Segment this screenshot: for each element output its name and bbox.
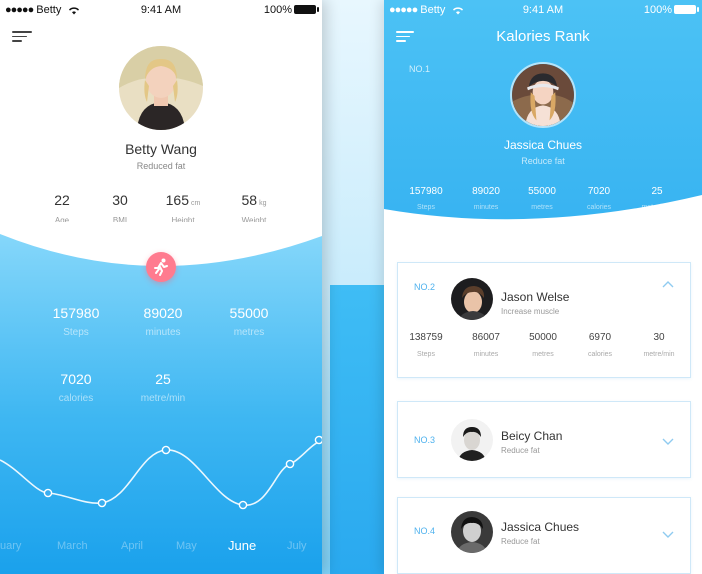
rank-card-3[interactable]: NO.3 Beicy Chan Reduce fat: [397, 401, 691, 478]
curve-point: [314, 435, 322, 445]
entry-name: Beicy Chan: [501, 429, 563, 443]
avatar: [510, 62, 576, 128]
top-stat-metres: 55000 metres: [528, 186, 556, 211]
battery-icon: [674, 5, 699, 14]
curve-point: [161, 445, 171, 455]
month-january[interactable]: uary: [0, 540, 21, 552]
status-bar: ●●●●● Betty 9:41 AM 100%: [0, 0, 322, 20]
chevron-down-icon[interactable]: [662, 438, 674, 446]
chevron-up-icon[interactable]: [662, 280, 674, 288]
rank-screen: ●●●●● Betty 9:41 AM 100% Kalories Rank N…: [384, 0, 702, 574]
metric-bmi: 30 BMI: [112, 192, 128, 225]
entry-stat-speed: 30 metre/min: [643, 332, 675, 358]
entry-goal: Increase muscle: [501, 307, 560, 316]
running-button[interactable]: [146, 252, 176, 282]
rank-card-4[interactable]: NO.4 Jassica Chues Reduce fat: [397, 497, 691, 574]
rank-number: NO.1: [409, 64, 431, 74]
stat-steps: 157980 Steps: [52, 305, 100, 338]
rank-card-2[interactable]: NO.2 Jason Welse Increase muscle 138759 S…: [397, 262, 691, 378]
battery-percent: 100%: [263, 4, 292, 16]
page-title: Kalories Rank: [496, 28, 590, 45]
background-band: [330, 285, 390, 574]
entry-name: Jason Welse: [501, 290, 570, 304]
entry-stat-calories: 6970 calories: [587, 332, 613, 358]
avatar: [451, 419, 493, 461]
month-july[interactable]: July: [287, 540, 307, 552]
activity-curve: [0, 435, 322, 510]
entry-goal: Reduce fat: [501, 537, 540, 546]
avatar: [451, 511, 493, 553]
stat-metres: 55000 metres: [229, 305, 269, 338]
battery-percent: 100%: [643, 4, 672, 16]
user-goal: Reduced fat: [136, 161, 186, 171]
stat-speed: 25 metre/min: [140, 371, 186, 404]
stat-minutes: 89020 minutes: [143, 305, 183, 338]
top-stat-minutes: 89020 minutes: [472, 186, 500, 211]
top-stat-speed: 25 metre/min: [641, 186, 673, 211]
month-march[interactable]: March: [57, 540, 88, 552]
month-june[interactable]: June: [228, 538, 256, 553]
month-selector: uary March April May June July: [0, 538, 322, 556]
user-name: Betty Wang: [125, 141, 197, 157]
entry-stat-metres: 50000 metres: [529, 332, 557, 358]
curve-point: [285, 459, 295, 469]
curve-point: [43, 488, 53, 498]
rank-number: NO.3: [414, 435, 436, 445]
metric-age: 22 Age: [54, 192, 70, 225]
entry-goal: Reduce fat: [501, 446, 540, 455]
metric-weight: 58 kg Weight: [241, 192, 267, 225]
top-stat-steps: 157980 Steps: [409, 186, 443, 211]
avatar: [451, 278, 493, 320]
profile-screen: ●●●●● Betty 9:41 AM 100% Betty Wang Redu…: [0, 0, 322, 574]
rank-number: NO.2: [414, 282, 436, 292]
curve-point: [97, 498, 107, 508]
stat-calories: 7020 calories: [58, 371, 94, 404]
menu-icon[interactable]: [12, 31, 32, 43]
chevron-down-icon[interactable]: [662, 531, 674, 539]
metric-height: 165 cm Height: [165, 192, 201, 225]
month-april[interactable]: April: [121, 540, 143, 552]
entry-stat-steps: 138759 Steps: [409, 332, 443, 358]
entry-name: Jassica Chues: [501, 520, 580, 534]
top-user-goal: Reduce fat: [521, 156, 565, 166]
curve-point: [238, 500, 248, 510]
month-may[interactable]: May: [176, 540, 197, 552]
running-icon: [154, 258, 168, 276]
avatar: [119, 46, 203, 130]
entry-stat-minutes: 86007 minutes: [472, 332, 500, 358]
battery-icon: [294, 5, 319, 14]
rank-number: NO.4: [414, 526, 436, 536]
status-bar: ●●●●● Betty 9:41 AM 100%: [384, 0, 702, 20]
top-user-name: Jassica Chues: [503, 138, 583, 152]
top-stat-calories: 7020 calories: [586, 186, 612, 211]
